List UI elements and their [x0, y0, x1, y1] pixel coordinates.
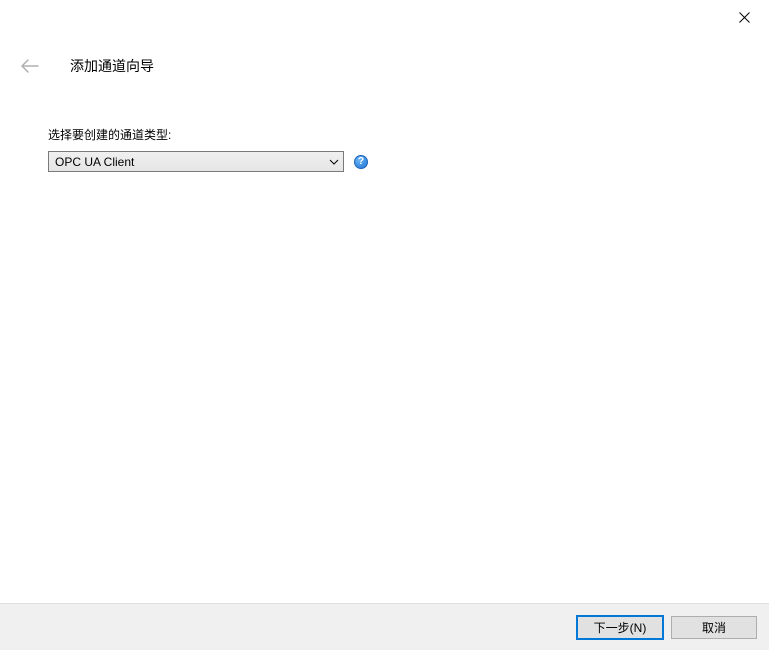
channel-type-dropdown[interactable]: OPC UA Client — [48, 151, 344, 172]
help-icon[interactable]: ? — [354, 155, 368, 169]
next-button[interactable]: 下一步(N) — [577, 616, 663, 639]
arrow-left-icon — [21, 59, 39, 73]
wizard-content: 选择要创建的通道类型: OPC UA Client ? — [48, 126, 721, 172]
cancel-button[interactable]: 取消 — [671, 616, 757, 639]
channel-type-prompt: 选择要创建的通道类型: — [48, 126, 721, 143]
back-button[interactable] — [18, 54, 42, 78]
dropdown-selected-value: OPC UA Client — [55, 155, 134, 169]
titlebar — [0, 0, 769, 36]
wizard-footer: 下一步(N) 取消 — [0, 603, 769, 650]
close-icon — [739, 12, 750, 23]
chevron-down-icon — [329, 157, 339, 167]
dropdown-row: OPC UA Client ? — [48, 151, 721, 172]
wizard-title: 添加通道向导 — [70, 56, 154, 76]
wizard-header: 添加通道向导 — [0, 46, 769, 86]
close-button[interactable] — [722, 2, 767, 32]
